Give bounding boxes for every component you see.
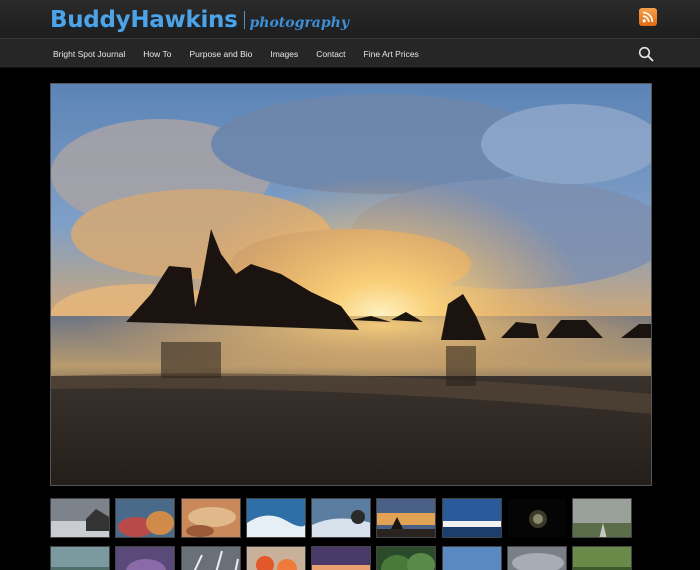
- rss-icon-glyph: [642, 11, 654, 23]
- nav-list: Bright Spot Journal How To Purpose and B…: [53, 39, 437, 69]
- main-nav: Bright Spot Journal How To Purpose and B…: [0, 38, 700, 68]
- thumbnail-5-art: [312, 499, 370, 537]
- logo-divider: [243, 11, 245, 29]
- site-name: BuddyHawkins: [50, 7, 238, 33]
- thumbnail-8-art: [508, 499, 566, 537]
- thumbnail-15-art: [377, 547, 435, 570]
- thumbnail-15[interactable]: [376, 546, 436, 570]
- rss-icon[interactable]: [639, 8, 657, 26]
- thumbnail-17-art: [508, 547, 566, 570]
- nav-item-contact[interactable]: Contact: [316, 49, 345, 59]
- thumbnail-2-art: [116, 499, 174, 537]
- thumbnail-3[interactable]: [181, 498, 241, 538]
- thumbnail-16-art: [443, 547, 501, 570]
- site-logo[interactable]: BuddyHawkins photography: [50, 7, 349, 33]
- thumbnail-14-art: [312, 547, 370, 570]
- thumbnail-12-art: [182, 547, 240, 570]
- thumbnail-6-art: [377, 499, 435, 537]
- thumbnail-8[interactable]: [507, 498, 567, 538]
- thumbnail-7-art: [443, 499, 501, 537]
- featured-photo[interactable]: [50, 83, 652, 486]
- thumbnail-4-art: [247, 499, 305, 537]
- nav-item-how-to[interactable]: How To: [143, 49, 171, 59]
- thumbnail-11[interactable]: [115, 546, 175, 570]
- thumbnail-1[interactable]: [50, 498, 110, 538]
- thumbnail-13[interactable]: [246, 546, 306, 570]
- thumbnail-14[interactable]: [311, 546, 371, 570]
- thumbnail-12[interactable]: [181, 546, 241, 570]
- thumbnail-10[interactable]: [50, 546, 110, 570]
- site-header: BuddyHawkins photography: [0, 0, 700, 38]
- nav-item-images[interactable]: Images: [270, 49, 298, 59]
- thumbnail-4[interactable]: [246, 498, 306, 538]
- thumbnail-18[interactable]: [572, 546, 632, 570]
- thumbnail-5[interactable]: [311, 498, 371, 538]
- thumbnail-9[interactable]: [572, 498, 632, 538]
- featured-photo-art: [51, 84, 651, 485]
- thumbnail-18-art: [573, 547, 631, 570]
- thumbnail-17[interactable]: [507, 546, 567, 570]
- nav-item-bright-spot-journal[interactable]: Bright Spot Journal: [53, 49, 125, 59]
- thumbnail-3-art: [182, 499, 240, 537]
- thumbnail-9-art: [573, 499, 631, 537]
- thumbnail-11-art: [116, 547, 174, 570]
- search-icon[interactable]: [638, 46, 654, 62]
- thumbnail-10-art: [51, 547, 109, 570]
- thumbnail-13-art: [247, 547, 305, 570]
- thumbnail-7[interactable]: [442, 498, 502, 538]
- thumbnail-16[interactable]: [442, 546, 502, 570]
- nav-item-fine-art-prices[interactable]: Fine Art Prices: [364, 49, 419, 59]
- thumbnail-1-art: [51, 499, 109, 537]
- nav-item-purpose-and-bio[interactable]: Purpose and Bio: [190, 49, 253, 59]
- thumbnail-2[interactable]: [115, 498, 175, 538]
- search-icon-glyph: [638, 46, 654, 62]
- site-tagline: photography: [249, 15, 349, 31]
- thumbnail-6[interactable]: [376, 498, 436, 538]
